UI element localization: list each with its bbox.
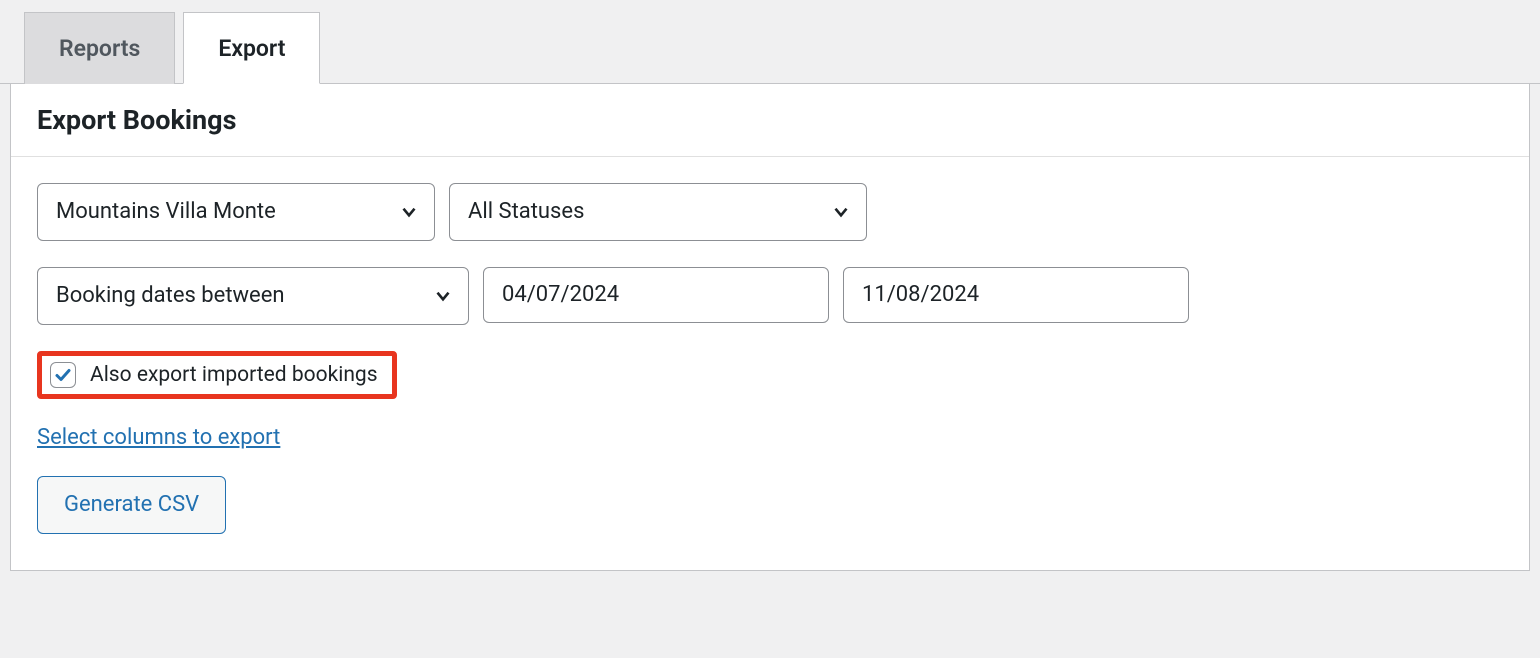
check-icon <box>53 365 73 385</box>
panel-title: Export Bookings <box>11 84 1529 157</box>
export-panel: Export Bookings Mountains Villa Monte Al… <box>10 84 1530 571</box>
generate-csv-label: Generate CSV <box>64 492 199 517</box>
date-from-value: 04/07/2024 <box>502 282 619 307</box>
chevron-down-icon <box>398 201 420 223</box>
date-mode-value: Booking dates between <box>56 283 285 308</box>
also-export-imported-highlight: Also export imported bookings <box>37 351 397 399</box>
status-select-value: All Statuses <box>468 199 584 224</box>
date-to-value: 11/08/2024 <box>862 282 979 307</box>
date-to-input[interactable]: 11/08/2024 <box>843 267 1189 323</box>
date-from-input[interactable]: 04/07/2024 <box>483 267 829 323</box>
generate-csv-button[interactable]: Generate CSV <box>37 476 226 534</box>
tab-reports-label: Reports <box>59 35 140 62</box>
tab-strip: Reports Export <box>0 0 1540 84</box>
also-export-imported-label: Also export imported bookings <box>90 363 378 387</box>
status-select[interactable]: All Statuses <box>449 183 867 241</box>
chevron-down-icon <box>830 201 852 223</box>
tab-reports[interactable]: Reports <box>24 12 175 84</box>
product-select-value: Mountains Villa Monte <box>56 199 276 224</box>
also-export-imported-checkbox[interactable] <box>50 362 76 388</box>
select-columns-link[interactable]: Select columns to export <box>37 425 280 450</box>
product-select[interactable]: Mountains Villa Monte <box>37 183 435 241</box>
chevron-down-icon <box>432 285 454 307</box>
tab-export[interactable]: Export <box>183 12 320 84</box>
date-mode-select[interactable]: Booking dates between <box>37 267 469 325</box>
tab-export-label: Export <box>218 35 285 62</box>
